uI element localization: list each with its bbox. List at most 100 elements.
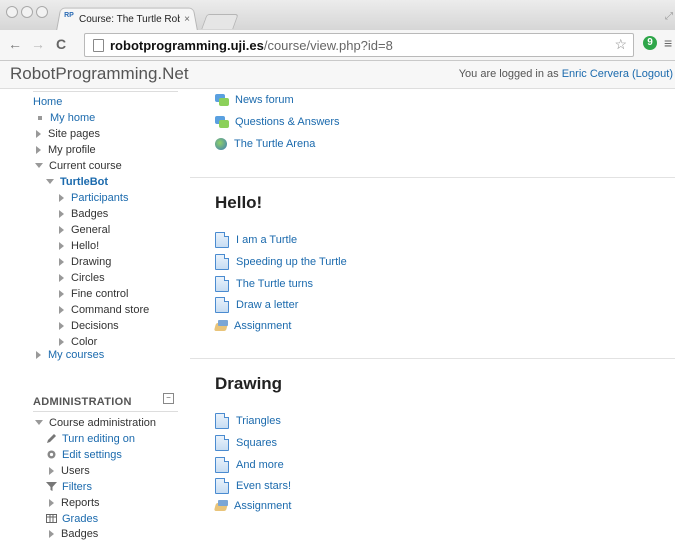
resource-item[interactable]: The Turtle turns	[215, 276, 313, 292]
page-document-icon	[215, 232, 229, 248]
admin-filters[interactable]: Filters	[46, 480, 92, 494]
resource-item[interactable]: Speeding up the Turtle	[215, 254, 347, 270]
address-bar[interactable]: robotprogramming.uji.es/course/view.php?…	[84, 33, 634, 57]
expand-arrow-icon	[59, 226, 64, 234]
nav-course-item[interactable]: Hello!	[59, 239, 99, 253]
expand-arrow-icon	[49, 467, 54, 475]
user-name-link[interactable]: Enric Cervera	[562, 68, 629, 80]
nav-course-item[interactable]: Badges	[59, 207, 108, 221]
resource-label: The Turtle turns	[236, 278, 314, 290]
nav-course-item-label: General	[71, 224, 111, 236]
nav-course-turtlebot[interactable]: TurtleBot	[46, 175, 108, 189]
url-host: robotprogramming.uji.es	[110, 37, 264, 53]
pencil-icon	[47, 434, 56, 443]
browser-tab-content[interactable]: RP Course: The Turtle Robot ×	[62, 11, 190, 27]
collapse-arrow-icon	[35, 163, 43, 168]
new-tab-button[interactable]	[201, 14, 239, 29]
bullet-icon	[38, 115, 42, 120]
nav-course-item-label: Color	[71, 336, 98, 348]
expand-arrow-icon	[59, 306, 64, 314]
expand-arrow-icon	[36, 146, 41, 154]
collapse-block-icon[interactable]: −	[163, 393, 174, 404]
resource-label: Draw a letter	[236, 299, 299, 311]
nav-course-item[interactable]: Color	[59, 335, 97, 349]
nav-course-item[interactable]: Participants	[59, 191, 128, 205]
expand-arrow-icon	[59, 290, 64, 298]
admin-reports[interactable]: Reports	[49, 496, 100, 510]
resource-item[interactable]: Squares	[215, 435, 277, 451]
admin-grades[interactable]: Grades	[46, 512, 98, 526]
admin-edit-settings[interactable]: Edit settings	[46, 448, 122, 462]
tab-close-icon[interactable]: ×	[184, 14, 190, 25]
gear-icon	[47, 450, 56, 459]
nav-my-home[interactable]: My home	[37, 111, 95, 125]
admin-turn-editing-on[interactable]: Turn editing on	[46, 432, 135, 446]
assignment-item[interactable]: Assignment	[213, 320, 292, 332]
close-window-button[interactable]	[6, 6, 18, 18]
browser-menu-icon[interactable]: ≡	[664, 35, 672, 51]
admin-users[interactable]: Users	[49, 464, 90, 478]
page-document-icon	[215, 276, 229, 292]
page-document-icon	[215, 435, 229, 451]
nav-current-course[interactable]: Current course	[35, 159, 122, 173]
resource-item[interactable]: Draw a letter	[215, 297, 298, 313]
nav-site-pages[interactable]: Site pages	[36, 127, 100, 141]
administration-divider	[33, 411, 178, 412]
expand-arrow-icon	[49, 530, 54, 538]
assignment-item[interactable]: Assignment	[213, 500, 292, 512]
page-document-icon	[215, 413, 229, 429]
logout-link[interactable]: (Logout)	[632, 68, 673, 80]
page-document-icon	[215, 297, 229, 313]
fullscreen-icon[interactable]: ⤢	[665, 11, 673, 22]
resource-label: Even stars!	[236, 480, 292, 492]
nav-course-item[interactable]: Fine control	[59, 287, 128, 301]
nav-my-profile[interactable]: My profile	[36, 143, 96, 157]
minimize-window-button[interactable]	[21, 6, 33, 18]
navigation-divider	[33, 91, 178, 92]
nav-course-item-label: Drawing	[71, 256, 112, 268]
collapse-arrow-icon	[35, 420, 43, 425]
globe-icon	[215, 138, 227, 150]
expand-arrow-icon	[59, 274, 64, 282]
nav-home-label: Home	[33, 96, 63, 108]
forum-icon	[215, 94, 229, 106]
browser-toolbar: ← → C robotprogramming.uji.es/course/vie…	[0, 30, 675, 61]
admin-course-administration[interactable]: Course administration	[35, 416, 156, 430]
bookmark-star-icon[interactable]: ☆	[614, 36, 627, 53]
zoom-window-button[interactable]	[36, 6, 48, 18]
reload-icon[interactable]: C	[56, 37, 66, 51]
resource-item[interactable]: Triangles	[215, 413, 281, 429]
activity-turtle-arena[interactable]: The Turtle Arena	[215, 138, 315, 150]
nav-home[interactable]: Home	[33, 95, 62, 109]
assignment-label: Assignment	[234, 320, 292, 332]
tab-title: Course: The Turtle Robot	[79, 13, 181, 25]
nav-current-course-label: Current course	[49, 160, 122, 172]
extension-icon[interactable]: 9	[643, 36, 657, 50]
activity-news-forum[interactable]: News forum	[215, 94, 294, 106]
site-name[interactable]: RobotProgramming.Net	[10, 64, 189, 84]
activity-label: Questions & Answers	[235, 116, 340, 128]
resource-item[interactable]: I am a Turtle	[215, 232, 297, 248]
nav-course-item[interactable]: Circles	[59, 271, 105, 285]
resource-item[interactable]: And more	[215, 457, 284, 473]
nav-my-courses[interactable]: My courses	[36, 348, 104, 362]
nav-course-item-label: Command store	[71, 304, 150, 316]
admin-item-label: Turn editing on	[62, 433, 135, 445]
assignment-label: Assignment	[234, 500, 292, 512]
nav-course-item-label: Badges	[71, 208, 109, 220]
admin-item-label: Reports	[61, 497, 100, 509]
back-arrow-icon[interactable]: ←	[8, 37, 22, 51]
nav-course-item[interactable]: Decisions	[59, 319, 119, 333]
url-path: /course/view.php?id=8	[263, 37, 393, 53]
nav-course-item[interactable]: Command store	[59, 303, 149, 317]
nav-course-item[interactable]: General	[59, 223, 110, 237]
admin-item-label: Edit settings	[62, 449, 122, 461]
activity-questions-answers[interactable]: Questions & Answers	[215, 116, 340, 128]
site-favicon-icon: RP	[64, 12, 74, 19]
nav-course-item[interactable]: Drawing	[59, 255, 111, 269]
expand-arrow-icon	[36, 130, 41, 138]
resource-item[interactable]: Even stars!	[215, 478, 291, 494]
section-title: Hello!	[215, 193, 263, 212]
forward-arrow-icon[interactable]: →	[31, 37, 45, 51]
nav-course-item-label: Circles	[71, 272, 105, 284]
